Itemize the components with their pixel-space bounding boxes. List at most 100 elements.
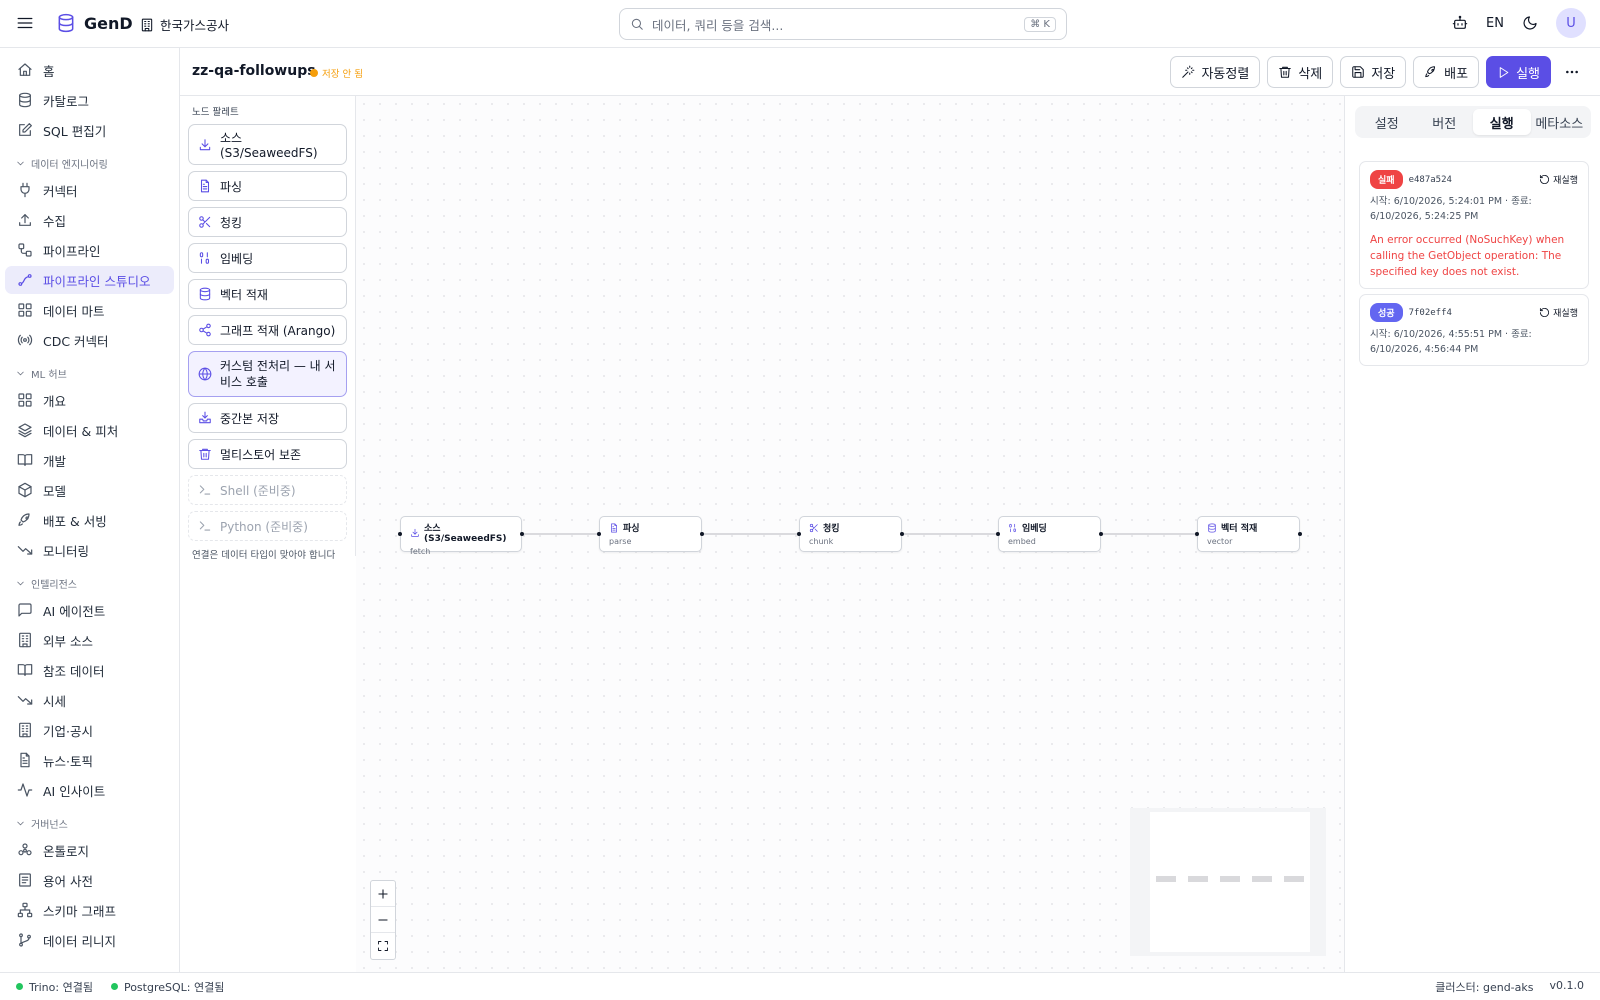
moon-icon[interactable] [1522,15,1538,31]
palette-item[interactable]: Python (준비중) [188,511,347,541]
run-time: 시작: 6/10/2026, 4:55:51 PM · 종료: 6/10/202… [1370,329,1532,355]
zoom-out-button[interactable] [371,907,395,933]
save-status: 저장 안 됨 [310,66,363,80]
sidebar-item[interactable]: 개발 [5,446,174,474]
sidebar-item[interactable]: AI 인사이트 [5,776,174,804]
panel-tab[interactable]: 버전 [1416,109,1474,135]
input-port[interactable] [1195,532,1199,536]
sidebar-item[interactable]: 시세 [5,686,174,714]
minimap-viewport [1150,812,1310,952]
sidebar-item[interactable]: 파이프라인 스튜디오 [5,266,174,294]
network-icon [17,902,33,918]
auto-arrange-button[interactable]: 자동정렬 [1170,56,1261,88]
pipeline-node[interactable]: 파싱 parse [597,516,704,552]
pipeline-node[interactable]: 청킹 chunk [797,516,904,552]
bot-icon[interactable] [1452,15,1468,31]
building-icon [17,722,33,738]
input-port[interactable] [597,532,601,536]
palette-item-label: Shell (준비중) [220,483,296,498]
sidebar-item[interactable]: 모델 [5,476,174,504]
rerun-button[interactable]: 재실행 [1539,173,1578,186]
sidebar-section-header[interactable]: ML 허브 [5,360,174,386]
sidebar-item[interactable]: CDC 커넥터 [5,326,174,354]
palette-item[interactable]: 임베딩 [188,243,347,273]
sidebar-item[interactable]: 용어 사전 [5,866,174,894]
sidebar-item-label: 커넥터 [43,183,78,199]
palette-item[interactable]: 파싱 [188,171,347,201]
minimap[interactable] [1130,808,1326,956]
panel-tab[interactable]: 메타소스 [1531,109,1589,135]
more-options-button[interactable] [1558,56,1586,88]
menu-icon[interactable] [16,14,34,32]
pipeline-node[interactable]: 임베딩 embed [996,516,1103,552]
sidebar-item[interactable]: 파이프라인 [5,236,174,264]
palette-item[interactable]: 중간본 저장 [188,403,347,433]
sidebar-item[interactable]: 뉴스·토픽 [5,746,174,774]
search-icon [630,17,644,31]
node-header: 청킹 [809,521,892,534]
pipeline-node[interactable]: 소스 (S3/SeaweedFS) fetch [398,516,524,556]
zoom-in-button[interactable] [371,881,395,907]
palette-item[interactable]: 커스텀 전처리 — 내 서비스 호출 [188,351,347,397]
sidebar-item[interactable]: 기업·공시 [5,716,174,744]
run-button[interactable]: 실행 [1486,56,1551,88]
org-name: 한국가스공사 [160,18,230,33]
sidebar-item[interactable]: 데이터 리니지 [5,926,174,954]
status-badge: 성공 [1370,303,1403,322]
app-logo[interactable]: GenD [56,13,133,33]
palette-item[interactable]: 멀티스토어 보존 [188,439,347,469]
palette-item[interactable]: 그래프 적재 (Arango) [188,315,347,345]
sidebar-item[interactable]: 배포 & 서빙 [5,506,174,534]
run-time: 시작: 6/10/2026, 5:24:01 PM · 종료: 6/10/202… [1370,196,1532,222]
sidebar-item[interactable]: 홈 [5,56,174,84]
sidebar-item[interactable]: SQL 편집기 [5,116,174,144]
output-port[interactable] [700,532,704,536]
input-port[interactable] [398,532,402,536]
sidebar-item[interactable]: 스키마 그래프 [5,896,174,924]
avatar[interactable]: U [1556,8,1586,38]
scissors-icon [809,523,819,533]
sidebar-item[interactable]: 카탈로그 [5,86,174,114]
sidebar-item[interactable]: 데이터 마트 [5,296,174,324]
node-header: 소스 (S3/SeaweedFS) [410,521,512,544]
output-port[interactable] [1099,532,1103,536]
palette-item[interactable]: 청킹 [188,207,347,237]
sidebar-item[interactable]: 커넥터 [5,176,174,204]
palette-item[interactable]: 소스 (S3/SeaweedFS) [188,124,347,165]
rerun-button[interactable]: 재실행 [1539,306,1578,319]
palette-item-label: 파싱 [220,179,243,194]
sidebar-item[interactable]: 개요 [5,386,174,414]
sidebar-item[interactable]: 외부 소스 [5,626,174,654]
app-version: v0.1.0 [1549,978,1585,992]
input-port[interactable] [797,532,801,536]
sidebar-item[interactable]: 참조 데이터 [5,656,174,684]
panel-tab[interactable]: 설정 [1358,109,1416,135]
search-input[interactable]: 데이터, 쿼리 등을 검색... [652,15,783,34]
sidebar-item[interactable]: AI 에이전트 [5,596,174,624]
sidebar-section-header[interactable]: 거버넌스 [5,810,174,836]
output-port[interactable] [900,532,904,536]
language-toggle[interactable]: EN [1486,16,1504,31]
save-button[interactable]: 저장 [1340,56,1407,88]
palette-item[interactable]: Shell (준비중) [188,475,347,505]
deploy-button[interactable]: 배포 [1413,56,1480,88]
output-port[interactable] [1298,532,1302,536]
sidebar-item[interactable]: 온톨로지 [5,836,174,864]
pipeline-node[interactable]: 벡터 적재 vector [1195,516,1302,552]
sidebar-item-label: AI 에이전트 [43,603,106,619]
fit-view-button[interactable] [371,933,395,959]
sidebar-section-header[interactable]: 인텔리전스 [5,570,174,596]
output-port[interactable] [520,532,524,536]
palette-item[interactable]: 벡터 적재 [188,279,347,309]
org-switcher[interactable]: 한국가스공사 [140,15,229,34]
sidebar-item[interactable]: 수집 [5,206,174,234]
sidebar-section-header[interactable]: 데이터 엔지니어링 [5,150,174,176]
sidebar-item[interactable]: 모니터링 [5,536,174,564]
pipeline-canvas[interactable]: 소스 (S3/SeaweedFS) fetch 파싱 parse 청킹 chunk 임베딩 e… [356,96,1344,972]
sidebar-item[interactable]: 데이터 & 피처 [5,416,174,444]
input-port[interactable] [996,532,1000,536]
panel-tab[interactable]: 실행 [1473,109,1531,135]
run-id: e487a524 [1408,174,1452,185]
global-search[interactable]: 데이터, 쿼리 등을 검색... ⌘ K [619,8,1067,40]
delete-button[interactable]: 삭제 [1267,56,1334,88]
